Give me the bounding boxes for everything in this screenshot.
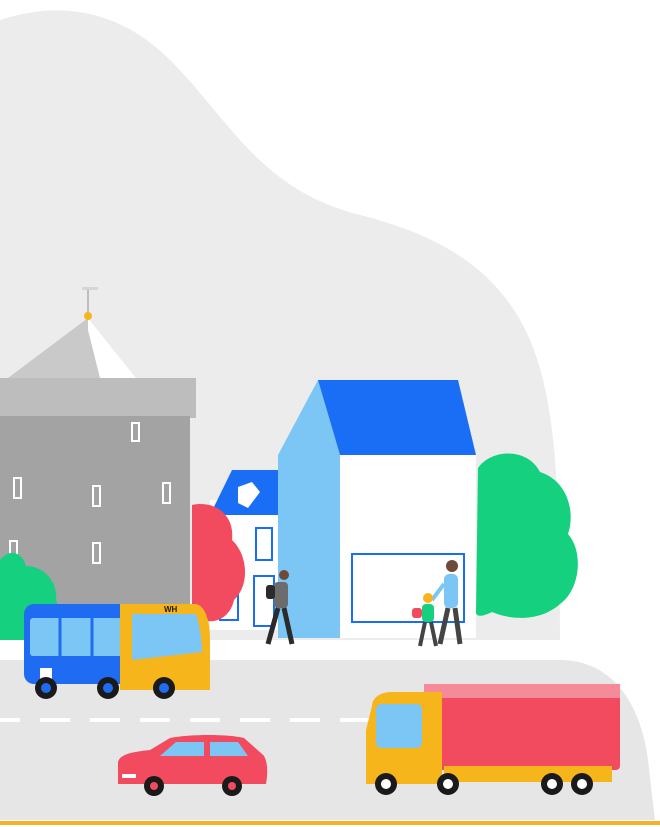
illustration-scene: WH (0, 0, 660, 827)
bus: WH (24, 604, 210, 699)
bus-logo-text: WH (164, 605, 178, 614)
green-tree-right (476, 453, 578, 618)
ground-line (0, 821, 660, 825)
truck (366, 684, 620, 795)
